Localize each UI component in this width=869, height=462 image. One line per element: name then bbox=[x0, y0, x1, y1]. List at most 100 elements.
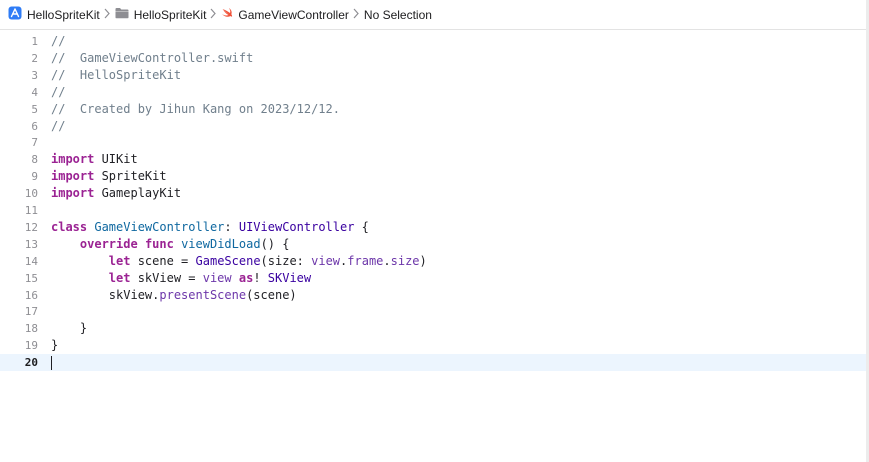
code-token: SpriteKit bbox=[94, 169, 167, 184]
breadcrumb-symbol-label: No Selection bbox=[363, 7, 432, 22]
code-token: let bbox=[108, 253, 131, 268]
code-editor[interactable]: 1 // 2 // GameViewController.swift 3 // Hello… bbox=[0, 31, 866, 462]
code-token: import bbox=[51, 186, 95, 201]
app-project-icon bbox=[8, 6, 22, 23]
code-text: } bbox=[51, 337, 58, 354]
code-line[interactable]: 11 bbox=[0, 202, 866, 219]
code-token: // bbox=[51, 34, 66, 48]
code-line[interactable]: 20 bbox=[0, 354, 866, 372]
line-number: 19 bbox=[24, 339, 38, 353]
code-token: view bbox=[202, 270, 232, 285]
line-number: 2 bbox=[31, 51, 38, 65]
code-text: } bbox=[51, 320, 87, 337]
code-text: // HelloSpriteKit bbox=[51, 67, 181, 84]
code-token: GameViewController bbox=[94, 219, 225, 234]
breadcrumb-folder-label: HelloSpriteKit bbox=[133, 7, 207, 22]
breadcrumb-project[interactable]: HelloSpriteKit bbox=[8, 5, 100, 25]
code-token: () { bbox=[260, 236, 290, 251]
code-text: import GameplayKit bbox=[51, 185, 181, 202]
code-text: // GameViewController.swift bbox=[51, 50, 253, 67]
chevron-right-icon bbox=[353, 8, 359, 22]
code-text: // bbox=[51, 84, 65, 101]
code-text: import SpriteKit bbox=[51, 168, 167, 185]
code-line[interactable]: 7 bbox=[0, 134, 866, 151]
code-line[interactable]: 15 let skView = view as! SKView bbox=[0, 270, 866, 287]
code-token: UIViewController bbox=[238, 219, 355, 234]
code-line[interactable]: 9 import SpriteKit bbox=[0, 168, 866, 185]
code-token: { bbox=[354, 219, 369, 234]
code-line[interactable]: 17 bbox=[0, 303, 866, 320]
code-token: viewDidLoad bbox=[181, 236, 261, 251]
code-line[interactable]: 12 class GameViewController: UIViewContro… bbox=[0, 219, 866, 236]
code-token: skView = bbox=[130, 270, 203, 285]
code-line[interactable]: 19} bbox=[0, 337, 866, 354]
code-token: // HelloSpriteKit bbox=[51, 67, 182, 82]
line-number: 18 bbox=[24, 322, 38, 336]
code-line[interactable]: 2 // GameViewController.swift bbox=[0, 50, 866, 67]
code-line[interactable]: 14 let scene = GameScene(size: view.fram… bbox=[0, 253, 866, 270]
line-number: 12 bbox=[24, 220, 38, 234]
code-token: scene = bbox=[130, 253, 196, 268]
breadcrumb-symbol[interactable]: No Selection bbox=[364, 5, 432, 25]
breadcrumb-folder[interactable]: HelloSpriteKit bbox=[115, 5, 207, 25]
code-token: ! bbox=[253, 270, 268, 285]
code-token: ) bbox=[419, 253, 427, 268]
line-number: 15 bbox=[24, 271, 38, 285]
code-token: } bbox=[51, 321, 88, 336]
line-number: 11 bbox=[24, 204, 38, 217]
line-number: 9 bbox=[31, 170, 38, 184]
code-token: import bbox=[51, 152, 95, 167]
code-token: // bbox=[51, 84, 66, 99]
code-token: . bbox=[383, 253, 391, 268]
code-text: import UIKit bbox=[51, 151, 138, 168]
code-token: } bbox=[51, 338, 59, 353]
code-line[interactable]: 3 // HelloSpriteKit bbox=[0, 67, 866, 84]
code-line[interactable]: 8 import UIKit bbox=[0, 151, 866, 168]
code-token: skView. bbox=[51, 287, 160, 302]
code-token: import bbox=[51, 169, 95, 184]
line-number: 14 bbox=[24, 254, 38, 268]
code-token: GameplayKit bbox=[94, 186, 182, 201]
line-number: 3 bbox=[31, 68, 38, 82]
code-line[interactable]: 18 } bbox=[0, 320, 866, 337]
code-line[interactable]: 16 skView.presentScene(scene) bbox=[0, 287, 866, 304]
line-number: 4 bbox=[31, 85, 38, 99]
code-token: // bbox=[51, 118, 66, 133]
code-line[interactable]: 6 // bbox=[0, 118, 866, 135]
code-token: override bbox=[79, 236, 138, 251]
code-text: // Created by Jihun Kang on 2023/12/12. bbox=[51, 101, 340, 118]
code-token: frame bbox=[347, 253, 384, 268]
code-token: UIKit bbox=[94, 152, 138, 167]
code-token: SKView bbox=[267, 270, 312, 285]
code-token: (scene) bbox=[246, 287, 297, 302]
folder-icon bbox=[115, 7, 129, 22]
code-token: as bbox=[238, 270, 254, 285]
jump-bar: HelloSpriteKit HelloSpriteKit GameViewCo… bbox=[0, 0, 869, 30]
code-line[interactable]: 4 // bbox=[0, 84, 866, 101]
code-token: // Created by Jihun Kang on 2023/12/12. bbox=[51, 101, 340, 116]
code-token: // GameViewController.swift bbox=[51, 50, 254, 65]
line-number: 17 bbox=[24, 305, 38, 319]
line-number: 6 bbox=[31, 119, 38, 133]
code-token: GameScene bbox=[195, 253, 261, 268]
code-line[interactable]: 5 // Created by Jihun Kang on 2023/12/12. bbox=[0, 101, 866, 118]
line-number: 20 bbox=[24, 356, 38, 370]
code-token: let bbox=[108, 270, 131, 285]
code-token: class bbox=[51, 219, 88, 234]
code-text: override func viewDidLoad() { bbox=[51, 236, 290, 253]
code-text: // bbox=[51, 118, 65, 135]
chevron-right-icon bbox=[104, 8, 110, 22]
breadcrumb-file[interactable]: GameViewController bbox=[221, 5, 349, 25]
code-token: func bbox=[144, 236, 174, 251]
code-text: let scene = GameScene(size: view.frame.s… bbox=[51, 253, 427, 270]
line-number: 10 bbox=[24, 187, 38, 201]
code-line[interactable]: 13 override func viewDidLoad() { bbox=[0, 236, 866, 253]
code-line[interactable]: 10 import GameplayKit bbox=[0, 185, 866, 202]
code-line[interactable]: 1 // bbox=[0, 33, 866, 50]
breadcrumb-file-label: GameViewController bbox=[238, 7, 349, 22]
